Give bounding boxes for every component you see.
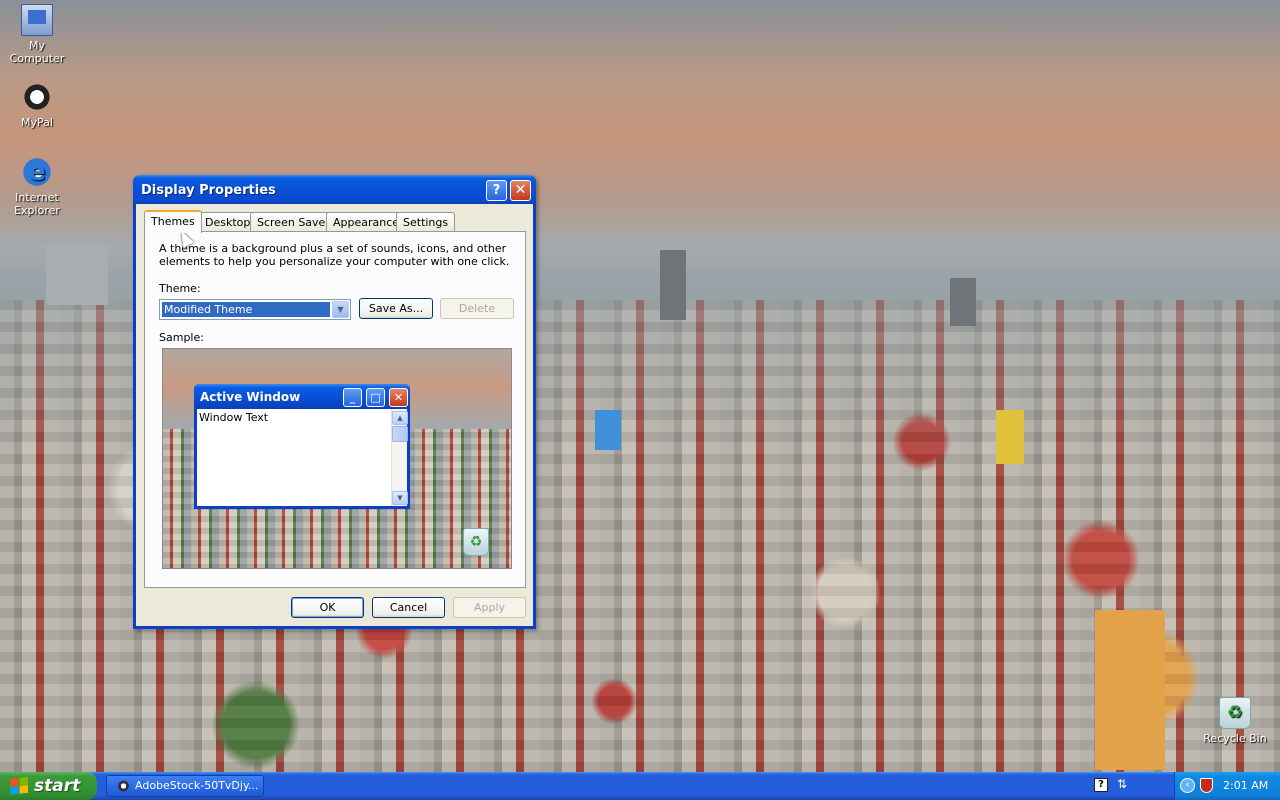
mypal-browser-icon <box>117 780 130 792</box>
scroll-up-icon: ▲ <box>392 411 408 425</box>
start-button[interactable]: start <box>0 772 97 800</box>
sample-active-window: Active Window _ □ ✕ Window Text ▲ ▼ <box>194 384 410 509</box>
desktop-icon-label: Internet Explorer <box>14 191 60 217</box>
sample-window-title: Active Window <box>200 390 301 404</box>
my-computer-icon <box>21 4 53 36</box>
recycle-bin-icon: ♻ <box>1219 697 1251 729</box>
sample-label: Sample: <box>159 331 204 344</box>
cancel-button[interactable]: Cancel <box>372 597 445 618</box>
chevron-down-icon[interactable]: ▼ <box>332 301 349 318</box>
tab-settings[interactable]: Settings <box>396 212 456 231</box>
display-properties-dialog: Display Properties ? ✕ Themes Desktop Sc… <box>133 175 536 629</box>
recycle-bin-icon: ♻ <box>463 528 489 556</box>
show-hidden-icons-icon[interactable]: ‹ <box>1180 778 1195 793</box>
close-icon: ✕ <box>389 388 408 407</box>
theme-label: Theme: <box>159 282 201 295</box>
ok-button[interactable]: OK <box>291 597 364 618</box>
desktop-icon-label: Recycle Bin <box>1203 732 1267 745</box>
themes-description: A theme is a background plus a set of so… <box>159 242 510 268</box>
wallpaper-tower <box>595 410 621 450</box>
maximize-icon: □ <box>366 388 385 407</box>
apply-button[interactable]: Apply <box>453 597 526 618</box>
wallpaper-tower <box>46 245 108 305</box>
help-button[interactable]: ? <box>486 180 507 201</box>
delete-button[interactable]: Delete <box>440 298 514 319</box>
minimize-icon: _ <box>343 388 362 407</box>
security-shield-icon[interactable] <box>1200 778 1213 793</box>
save-as-button[interactable]: Save As... <box>359 298 433 319</box>
wallpaper-tower <box>660 250 686 320</box>
internet-explorer-icon: e <box>21 156 53 188</box>
wallpaper-tower <box>950 278 976 326</box>
close-button[interactable]: ✕ <box>510 180 531 201</box>
dialog-titlebar[interactable]: Display Properties ? ✕ <box>133 175 536 204</box>
taskbar-item-label: AdobeStock-50TvDjy... <box>135 779 259 792</box>
taskbar-clock[interactable]: 2:01 AM <box>1223 779 1268 792</box>
wallpaper-tower <box>1095 610 1165 770</box>
windows-logo-icon <box>10 777 28 795</box>
network-tray-icon[interactable]: ⇅ <box>1117 776 1129 792</box>
tab-screen-saver[interactable]: Screen Saver <box>250 212 337 231</box>
system-tray: ‹ 2:01 AM <box>1174 772 1280 800</box>
desktop-icon-internet-explorer[interactable]: e Internet Explorer <box>0 156 74 217</box>
mypal-browser-icon <box>21 81 53 113</box>
sample-scrollbar: ▲ ▼ <box>391 409 408 506</box>
desktop-icon-recycle-bin[interactable]: ♻ Recycle Bin <box>1198 697 1272 745</box>
scroll-down-icon: ▼ <box>392 491 408 505</box>
sample-window-titlebar: Active Window _ □ ✕ <box>194 384 410 409</box>
tab-desktop[interactable]: Desktop <box>198 212 258 231</box>
dialog-title: Display Properties <box>141 183 276 198</box>
desktop-icon-label: MyPal <box>21 116 53 129</box>
theme-sample-preview: ♻ Active Window _ □ ✕ Window Text ▲ ▼ <box>162 348 512 569</box>
theme-dropdown[interactable]: Modified Theme ▼ <box>159 299 351 320</box>
themes-panel: A theme is a background plus a set of so… <box>144 231 526 588</box>
desktop-icon-my-computer[interactable]: My Computer <box>0 4 74 65</box>
tab-appearance[interactable]: Appearance <box>326 212 407 231</box>
sample-window-text: Window Text <box>199 411 269 424</box>
wallpaper-tower <box>996 410 1024 464</box>
theme-dropdown-value: Modified Theme <box>162 302 330 317</box>
desktop-icon-mypal[interactable]: MyPal <box>0 81 74 129</box>
taskbar: start AdobeStock-50TvDjy... ? ⇅ ‹ 2:01 A… <box>0 772 1280 800</box>
tab-themes[interactable]: Themes <box>144 210 202 233</box>
start-label: start <box>34 776 81 796</box>
desktop-icon-label: My Computer <box>9 39 65 65</box>
scroll-thumb <box>392 426 408 442</box>
help-tray-icon[interactable]: ? <box>1094 778 1108 792</box>
taskbar-item-adobestock[interactable]: AdobeStock-50TvDjy... <box>106 775 264 797</box>
